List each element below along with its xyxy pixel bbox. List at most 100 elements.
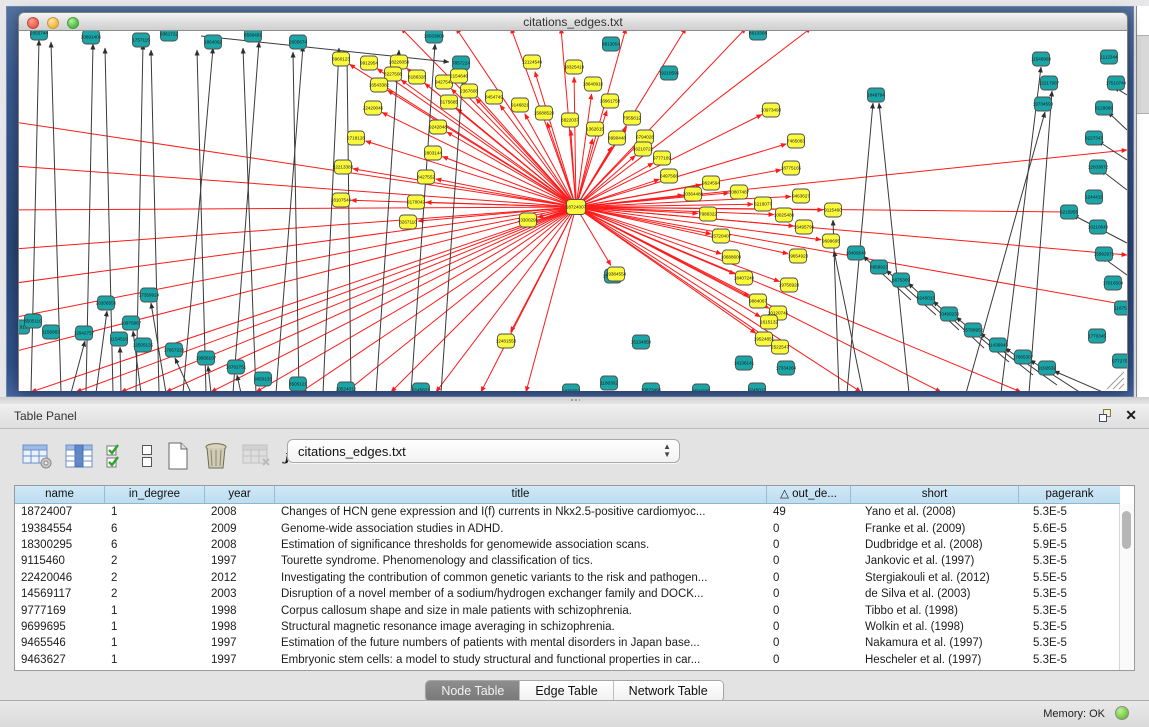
graph-node[interactable]: 14136141 bbox=[734, 356, 755, 370]
table-row[interactable]: 969969511998Structural magnetic resonanc… bbox=[15, 619, 1134, 635]
graph-node[interactable]: 12505135 bbox=[133, 338, 154, 352]
graph-node[interactable]: 2154646 bbox=[450, 69, 468, 83]
graph-node[interactable]: 16961758 bbox=[600, 94, 621, 108]
graph-node[interactable]: 12217987 bbox=[1039, 76, 1060, 90]
graph-node[interactable]: 17016504 bbox=[1103, 276, 1124, 290]
graph-node[interactable]: 9699695 bbox=[822, 234, 840, 248]
table-row[interactable]: 1872400712008Changes of HCN gene express… bbox=[15, 504, 1134, 520]
graph-node[interactable]: 19654923 bbox=[788, 249, 809, 263]
graph-node[interactable]: 9129966 bbox=[1095, 101, 1113, 115]
graph-node[interactable]: 16033809 bbox=[424, 31, 445, 43]
graph-node[interactable]: 18775165 bbox=[781, 161, 802, 175]
graph-node[interactable]: 10973493 bbox=[761, 103, 782, 117]
graph-node[interactable]: 9227343 bbox=[1085, 131, 1103, 145]
graph-node[interactable]: 1770345 bbox=[1088, 329, 1106, 343]
graph-node[interactable]: 9050133 bbox=[254, 372, 272, 386]
graph-node[interactable]: 19958107 bbox=[196, 351, 217, 365]
graph-node[interactable]: 2367608 bbox=[460, 84, 478, 98]
graph-node[interactable]: 12942757 bbox=[74, 326, 95, 340]
graph-node[interactable]: 3175685 bbox=[440, 95, 458, 109]
graph-node[interactable]: 16409540 bbox=[846, 246, 867, 260]
graph-node[interactable]: 6772753 bbox=[1112, 354, 1127, 368]
graph-node[interactable]: 10688609 bbox=[721, 250, 742, 264]
graph-node[interactable]: 23300295 bbox=[518, 213, 539, 227]
graph-node[interactable]: 11548908 bbox=[1031, 52, 1052, 66]
graph-node[interactable]: 9245013 bbox=[917, 291, 935, 305]
graph-node[interactable]: 10975887 bbox=[121, 316, 142, 330]
table-row[interactable]: 1938455462009Genome-wide association stu… bbox=[15, 520, 1134, 536]
graph-node[interactable]: 8958923 bbox=[870, 260, 888, 274]
graph-node[interactable]: 1648794 bbox=[867, 88, 885, 102]
graph-node[interactable]: 11439943 bbox=[988, 338, 1009, 352]
graph-node[interactable]: 2522547 bbox=[771, 340, 789, 354]
network-canvas[interactable]: 2055744206914061757115936172218640928580… bbox=[18, 31, 1128, 391]
tab-node-table[interactable]: Node Table bbox=[426, 681, 520, 701]
graph-node[interactable]: 9115460 bbox=[824, 203, 842, 217]
graph-node[interactable]: 7857224 bbox=[452, 56, 470, 70]
table-settings-icon[interactable] bbox=[22, 441, 52, 471]
table-row[interactable]: 911546021997Tourette syndrome. Phenomeno… bbox=[15, 553, 1134, 569]
graph-node[interactable]: 10873496 bbox=[641, 383, 662, 391]
column-header-out_de[interactable]: △ out_de... bbox=[767, 486, 851, 504]
graph-node[interactable]: 9884067 bbox=[749, 294, 767, 308]
graph-node[interactable]: 8267110 bbox=[399, 215, 417, 229]
table-row[interactable]: 1830029562008Estimation of significance … bbox=[15, 537, 1134, 553]
graph-node[interactable]: 1830302 bbox=[562, 384, 580, 391]
graph-node[interactable]: 17510744 bbox=[1106, 76, 1127, 90]
graph-node[interactable]: 1156863 bbox=[42, 325, 60, 339]
graph-node[interactable]: 15788952 bbox=[963, 323, 984, 337]
column-header-title[interactable]: title bbox=[275, 486, 767, 504]
graph-node[interactable]: 1362615 bbox=[586, 122, 604, 136]
column-header-pagerank[interactable]: pagerank bbox=[1019, 486, 1120, 504]
graph-node[interactable]: 1244415 bbox=[1085, 190, 1103, 204]
trash-icon[interactable] bbox=[203, 441, 229, 471]
tab-edge-table[interactable]: Edge Table bbox=[520, 681, 613, 701]
graph-node[interactable]: 8813054 bbox=[602, 37, 620, 51]
close-panel-icon[interactable]: ✕ bbox=[1125, 408, 1137, 422]
window-titlebar[interactable]: citations_edges.txt bbox=[18, 12, 1128, 31]
graph-node[interactable]: 15688520 bbox=[534, 106, 555, 120]
graph-node[interactable]: 2718126 bbox=[347, 131, 365, 145]
graph-node[interactable]: 9361722 bbox=[160, 31, 178, 41]
graph-node[interactable]: 15720407 bbox=[711, 229, 732, 243]
graph-node[interactable]: 20206556 bbox=[96, 296, 117, 310]
column-display-icon[interactable] bbox=[65, 441, 93, 471]
graph-node[interactable]: 7986322 bbox=[699, 207, 717, 221]
graph-node[interactable]: 12033872 bbox=[1088, 160, 1109, 174]
graph-node[interactable]: 20524012 bbox=[336, 382, 357, 391]
graph-node[interactable]: 19218596 bbox=[659, 66, 680, 80]
graph-node[interactable]: 8604335 bbox=[692, 384, 710, 391]
graph-node[interactable]: 16495796 bbox=[794, 220, 815, 234]
graph-node[interactable]: 25206505 bbox=[19, 293, 20, 307]
graph-node[interactable]: 2055744 bbox=[30, 31, 48, 40]
float-panel-icon[interactable] bbox=[1099, 409, 1113, 422]
graph-node[interactable]: 8505110 bbox=[24, 314, 42, 328]
row-toggle-icon[interactable] bbox=[141, 441, 153, 471]
graph-node[interactable]: 19384554 bbox=[606, 267, 627, 281]
graph-node[interactable]: 16782751 bbox=[226, 360, 247, 374]
graph-node[interactable]: 17359924 bbox=[139, 288, 160, 302]
graph-node[interactable]: 8613304 bbox=[749, 31, 767, 40]
column-header-year[interactable]: year bbox=[205, 486, 275, 504]
graph-node[interactable]: 18640910 bbox=[583, 77, 604, 91]
graph-node[interactable]: 20691406 bbox=[81, 31, 102, 44]
graph-node[interactable]: 9170042 bbox=[407, 195, 425, 209]
graph-node[interactable]: 1615132 bbox=[760, 315, 778, 329]
graph-node[interactable]: 10807487 bbox=[729, 185, 750, 199]
column-header-short[interactable]: short bbox=[851, 486, 1019, 504]
graph-node[interactable]: 8186328 bbox=[408, 70, 426, 84]
graph-node[interactable]: 9245012 bbox=[748, 383, 766, 391]
graph-node[interactable]: 8960123 bbox=[332, 52, 350, 66]
graph-node[interactable]: 8822037 bbox=[561, 113, 579, 127]
graph-node[interactable]: 8990448 bbox=[608, 131, 626, 145]
graph-node[interactable]: 17334264 bbox=[776, 361, 797, 375]
graph-node[interactable]: 9146821 bbox=[511, 98, 529, 112]
graph-node[interactable]: 16210722 bbox=[633, 142, 654, 156]
graph-node[interactable]: 6216077 bbox=[754, 197, 772, 211]
table-row[interactable]: 2242004622012Investigating the contribut… bbox=[15, 570, 1134, 586]
graph-node[interactable]: 2803144 bbox=[424, 146, 442, 160]
graph-node[interactable]: 9777169 bbox=[653, 151, 671, 165]
graph-node[interactable]: 19756928 bbox=[779, 278, 800, 292]
graph-node[interactable]: 6675309 bbox=[892, 273, 910, 287]
graph-node[interactable]: 1167533 bbox=[1114, 301, 1127, 315]
